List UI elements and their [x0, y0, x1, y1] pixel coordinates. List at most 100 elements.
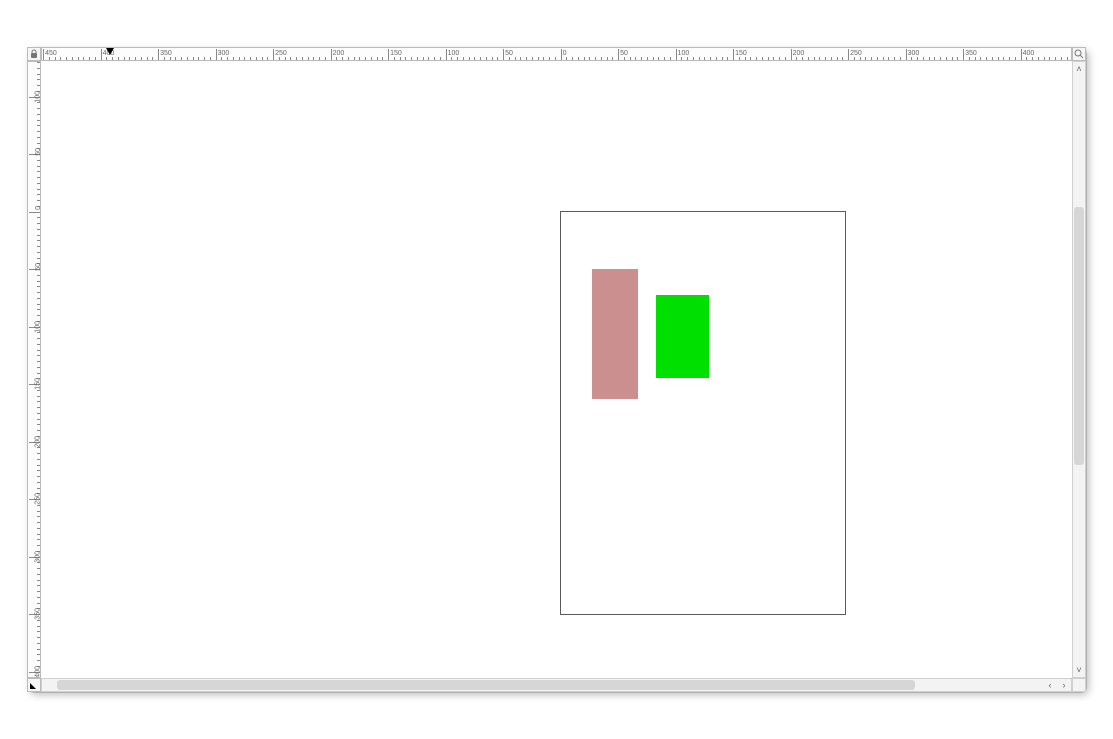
- horizontal-scroll-thumb[interactable]: [57, 680, 915, 690]
- ruler-tick-major: [848, 49, 849, 60]
- ruler-tick-major: [733, 49, 734, 60]
- ruler-tick-minor: [509, 57, 510, 60]
- scrollbar-corner: [1072, 678, 1086, 692]
- ruler-tick-minor: [37, 309, 40, 310]
- vertical-scroll-thumb[interactable]: [1074, 207, 1084, 465]
- ruler-tick-minor: [37, 626, 40, 627]
- ruler-tick-minor: [106, 57, 107, 60]
- ruler-tick-minor: [313, 57, 314, 60]
- ruler-tick-minor: [37, 194, 40, 195]
- ruler-tick-minor: [428, 57, 429, 60]
- ruler-label: 300: [218, 50, 230, 57]
- scroll-right-arrow-icon[interactable]: ›: [1057, 679, 1071, 691]
- ruler-tick-minor: [37, 258, 40, 259]
- ruler-tick-minor: [37, 143, 40, 144]
- ruler-tick-major: [158, 49, 159, 60]
- ruler-tick-minor: [411, 57, 412, 60]
- ruler-tick-minor: [187, 57, 188, 60]
- ruler-tick-minor: [37, 315, 40, 316]
- ruler-tick-minor: [750, 57, 751, 60]
- ruler-tick-minor: [95, 57, 96, 60]
- ruler-tick-minor: [653, 57, 654, 60]
- ruler-tick-minor: [630, 57, 631, 60]
- ruler-tick-minor: [233, 57, 234, 60]
- ruler-tick-minor: [1044, 57, 1045, 60]
- ruler-tick-minor: [37, 229, 40, 230]
- ruler-tick-minor: [865, 57, 866, 60]
- ruler-tick-minor: [572, 57, 573, 60]
- ruler-tick-minor: [37, 137, 40, 138]
- ruler-tick-minor: [37, 120, 40, 121]
- ruler-tick-minor: [371, 57, 372, 60]
- ruler-label: 300: [908, 50, 920, 57]
- ruler-tick-minor: [854, 57, 855, 60]
- ruler-tick-minor: [745, 57, 746, 60]
- ruler-tick-minor: [319, 57, 320, 60]
- ruler-tick-minor: [946, 57, 947, 60]
- ruler-corner-lock[interactable]: [27, 47, 41, 61]
- ruler-tick-minor: [72, 57, 73, 60]
- ruler-tick-minor: [543, 57, 544, 60]
- ruler-tick-minor: [532, 57, 533, 60]
- document-page[interactable]: [560, 211, 846, 616]
- ruler-tick-minor: [141, 57, 142, 60]
- ruler-tick-minor: [37, 85, 40, 86]
- ruler-tick-minor: [940, 57, 941, 60]
- ruler-tick-minor: [831, 57, 832, 60]
- ruler-tick-minor: [354, 57, 355, 60]
- canvas-workspace[interactable]: [41, 61, 1072, 678]
- ruler-tick-minor: [37, 585, 40, 586]
- ruler-tick-minor: [1003, 57, 1004, 60]
- ruler-tick-minor: [170, 57, 171, 60]
- vertical-ruler[interactable]: 10050050100150200250300350400: [27, 61, 41, 678]
- ruler-tick-minor: [37, 482, 40, 483]
- ruler-tick-minor: [135, 57, 136, 60]
- ruler-tick-major: [43, 49, 44, 60]
- ruler-tick-minor: [681, 57, 682, 60]
- ruler-tick-minor: [37, 108, 40, 109]
- horizontal-scrollbar[interactable]: ‹ ›: [41, 678, 1072, 692]
- ruler-tick-major: [791, 49, 792, 60]
- ruler-corner-zoom[interactable]: [1072, 47, 1086, 61]
- scroll-up-arrow-icon[interactable]: ˄: [1073, 62, 1085, 76]
- ruler-tick-major: [1021, 49, 1022, 60]
- ruler-tick-minor: [89, 57, 90, 60]
- vertical-scrollbar[interactable]: ˄ ˅: [1072, 61, 1086, 678]
- lock-icon: [29, 49, 39, 59]
- origin-triangle-icon: [30, 683, 36, 689]
- ruler-tick-minor: [55, 57, 56, 60]
- ruler-tick-minor: [325, 57, 326, 60]
- ruler-tick-minor: [377, 57, 378, 60]
- ruler-tick-minor: [860, 57, 861, 60]
- shape-rect-green[interactable]: [656, 295, 709, 378]
- ruler-tick-minor: [37, 401, 40, 402]
- scroll-down-arrow-icon[interactable]: ˅: [1073, 663, 1085, 677]
- ruler-tick-minor: [400, 57, 401, 60]
- ruler-tick-minor: [37, 281, 40, 282]
- ruler-tick-minor: [624, 57, 625, 60]
- ruler-tick-minor: [808, 57, 809, 60]
- horizontal-ruler[interactable]: 4504003503002502001501005005010015020025…: [41, 47, 1072, 61]
- ruler-tick-minor: [83, 57, 84, 60]
- ruler-origin-corner[interactable]: [27, 678, 41, 692]
- ruler-tick-minor: [457, 57, 458, 60]
- ruler-tick-minor: [37, 183, 40, 184]
- ruler-tick-minor: [929, 57, 930, 60]
- ruler-tick-minor: [423, 57, 424, 60]
- scroll-left-arrow-icon[interactable]: ‹: [1043, 679, 1057, 691]
- ruler-tick-minor: [762, 57, 763, 60]
- ruler-tick-minor: [37, 413, 40, 414]
- ruler-tick-minor: [589, 57, 590, 60]
- ruler-label: 150: [390, 50, 402, 57]
- editor-frame: 4504003503002502001501005005010015020025…: [27, 47, 1086, 692]
- ruler-tick-minor: [198, 57, 199, 60]
- ruler-tick-minor: [785, 57, 786, 60]
- shape-rect-mauve[interactable]: [592, 269, 638, 399]
- ruler-tick-minor: [37, 171, 40, 172]
- ruler-tick-major: [388, 49, 389, 60]
- ruler-tick-major: [101, 49, 102, 60]
- ruler-h-position-marker-icon[interactable]: [106, 48, 114, 55]
- ruler-tick-minor: [37, 298, 40, 299]
- ruler-tick-minor: [285, 57, 286, 60]
- ruler-tick-major: [216, 49, 217, 60]
